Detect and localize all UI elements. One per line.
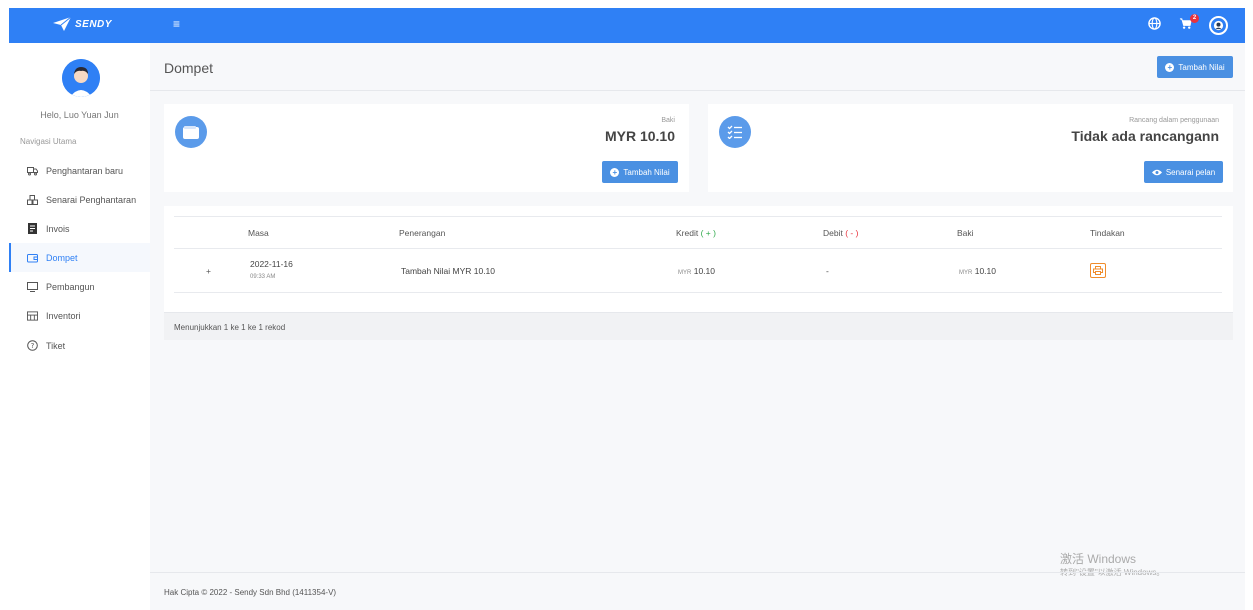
button-label: Tambah Nilai [1178, 62, 1225, 72]
user-avatar [62, 59, 100, 97]
svg-text:?: ? [31, 342, 35, 350]
sidebar-item-label: Dompet [46, 252, 78, 263]
row-debit: - [826, 266, 829, 276]
balance-add-value-button[interactable]: + Tambah Nilai [602, 161, 678, 183]
column-header-penerangan: Penerangan [399, 228, 446, 238]
sidebar-item-dompet[interactable]: Dompet [9, 243, 150, 272]
plan-label: Rancang dalam penggunaan [1129, 117, 1219, 124]
sidebar-item-label: Penghantaran baru [46, 165, 124, 176]
inventory-icon [27, 310, 38, 321]
top-bar: SENDY ≡ 2 [9, 8, 1245, 43]
sidebar-item-label: Senarai Penghantaran [46, 194, 137, 205]
column-header-masa: Masa [248, 228, 269, 238]
footer-divider [150, 572, 1245, 573]
table-divider [174, 248, 1222, 249]
sidebar-item-penghantaran-baru[interactable]: Penghantaran baru [9, 156, 150, 185]
code-icon [27, 281, 38, 292]
truck-icon [27, 165, 38, 176]
plus-circle-icon: + [610, 167, 620, 177]
sidebar-item-label: Invois [46, 223, 70, 234]
balance-label: Baki [661, 117, 675, 124]
page-title: Dompet [164, 60, 214, 76]
cart-button[interactable]: 2 [1179, 14, 1199, 32]
plan-list-button[interactable]: Senarai pelan [1144, 161, 1223, 183]
print-button[interactable] [1090, 263, 1106, 278]
sidebar-item-label: Pembangun [46, 281, 95, 292]
balance-card: Baki MYR 10.10 + Tambah Nilai [164, 104, 689, 192]
copyright-text: Hak Cipta © 2022 - Sendy Sdn Bhd (141135… [164, 588, 337, 597]
table-divider [174, 292, 1222, 293]
checklist-icon [719, 116, 751, 148]
sidebar-item-tiket[interactable]: ? Tiket [9, 331, 150, 360]
row-credit: MYR 10.10 [678, 266, 715, 276]
sendy-logo[interactable]: SENDY [53, 17, 112, 31]
cart-count-badge: 2 [1190, 14, 1199, 23]
record-count-text: Menunjukkan 1 ke 1 ke 1 rekod [174, 323, 286, 332]
globe-icon[interactable] [1148, 17, 1161, 32]
logo-text: SENDY [75, 18, 112, 30]
sidebar-item-invois[interactable]: Invois [9, 214, 150, 243]
wallet-card-icon [175, 116, 207, 148]
page-header: Dompet + Tambah Nilai [150, 43, 1245, 91]
row-time: 09:33 AM [250, 274, 276, 280]
ticket-icon: ? [27, 340, 38, 351]
nav-section-title: Navigasi Utama [20, 137, 77, 146]
header-add-value-button[interactable]: + Tambah Nilai [1157, 56, 1233, 78]
transactions-table: Masa Penerangan Kredit ( + ) Debit ( - )… [164, 206, 1233, 340]
column-header-debit: Debit ( - ) [823, 228, 859, 238]
column-header-baki: Baki [957, 228, 974, 238]
sidebar-item-pembangun[interactable]: Pembangun [9, 272, 150, 301]
user-greeting: Helo, Luo Yuan Jun [40, 110, 119, 120]
user-avatar-icon [1213, 20, 1224, 31]
button-label: Tambah Nilai [623, 167, 670, 177]
plan-value: Tidak ada rancangann [1071, 128, 1219, 144]
column-header-tindakan: Tindakan [1090, 228, 1125, 238]
plus-circle-icon: + [1165, 62, 1175, 72]
sidebar-item-inventori[interactable]: Inventori [9, 301, 150, 330]
boxes-icon [27, 194, 38, 205]
debit-sign: ( - ) [845, 228, 859, 238]
sidebar-item-label: Inventori [46, 310, 81, 321]
user-menu-avatar[interactable] [1209, 16, 1228, 35]
paper-plane-icon [53, 17, 71, 31]
button-label: Senarai pelan [1165, 167, 1216, 177]
main-content: Dompet + Tambah Nilai Baki MYR 10.10 + T… [150, 43, 1245, 610]
expand-row-button[interactable]: + [206, 266, 211, 276]
table-footer: Menunjukkan 1 ke 1 ke 1 rekod [164, 312, 1233, 340]
sidebar-item-senarai-penghantaran[interactable]: Senarai Penghantaran [9, 185, 150, 214]
windows-activation-watermark: 激活 Windows [1060, 552, 1137, 566]
wallet-icon [27, 252, 38, 263]
plan-card: Rancang dalam penggunaan Tidak ada ranca… [708, 104, 1233, 192]
row-date: 2022-11-16 [250, 259, 293, 269]
column-header-kredit: Kredit ( + ) [676, 228, 716, 238]
table-divider [174, 216, 1222, 217]
invoice-icon [27, 223, 38, 234]
sidebar-item-label: Tiket [46, 340, 66, 351]
print-icon [1093, 266, 1103, 275]
credit-sign: ( + ) [700, 228, 716, 238]
row-description: Tambah Nilai MYR 10.10 [401, 266, 496, 276]
balance-value: MYR 10.10 [604, 128, 675, 144]
eye-icon [1151, 169, 1162, 175]
hamburger-icon[interactable]: ≡ [173, 18, 180, 30]
row-balance: MYR 10.10 [959, 266, 996, 276]
sidebar: Helo, Luo Yuan Jun Navigasi Utama Pengha… [9, 43, 150, 610]
